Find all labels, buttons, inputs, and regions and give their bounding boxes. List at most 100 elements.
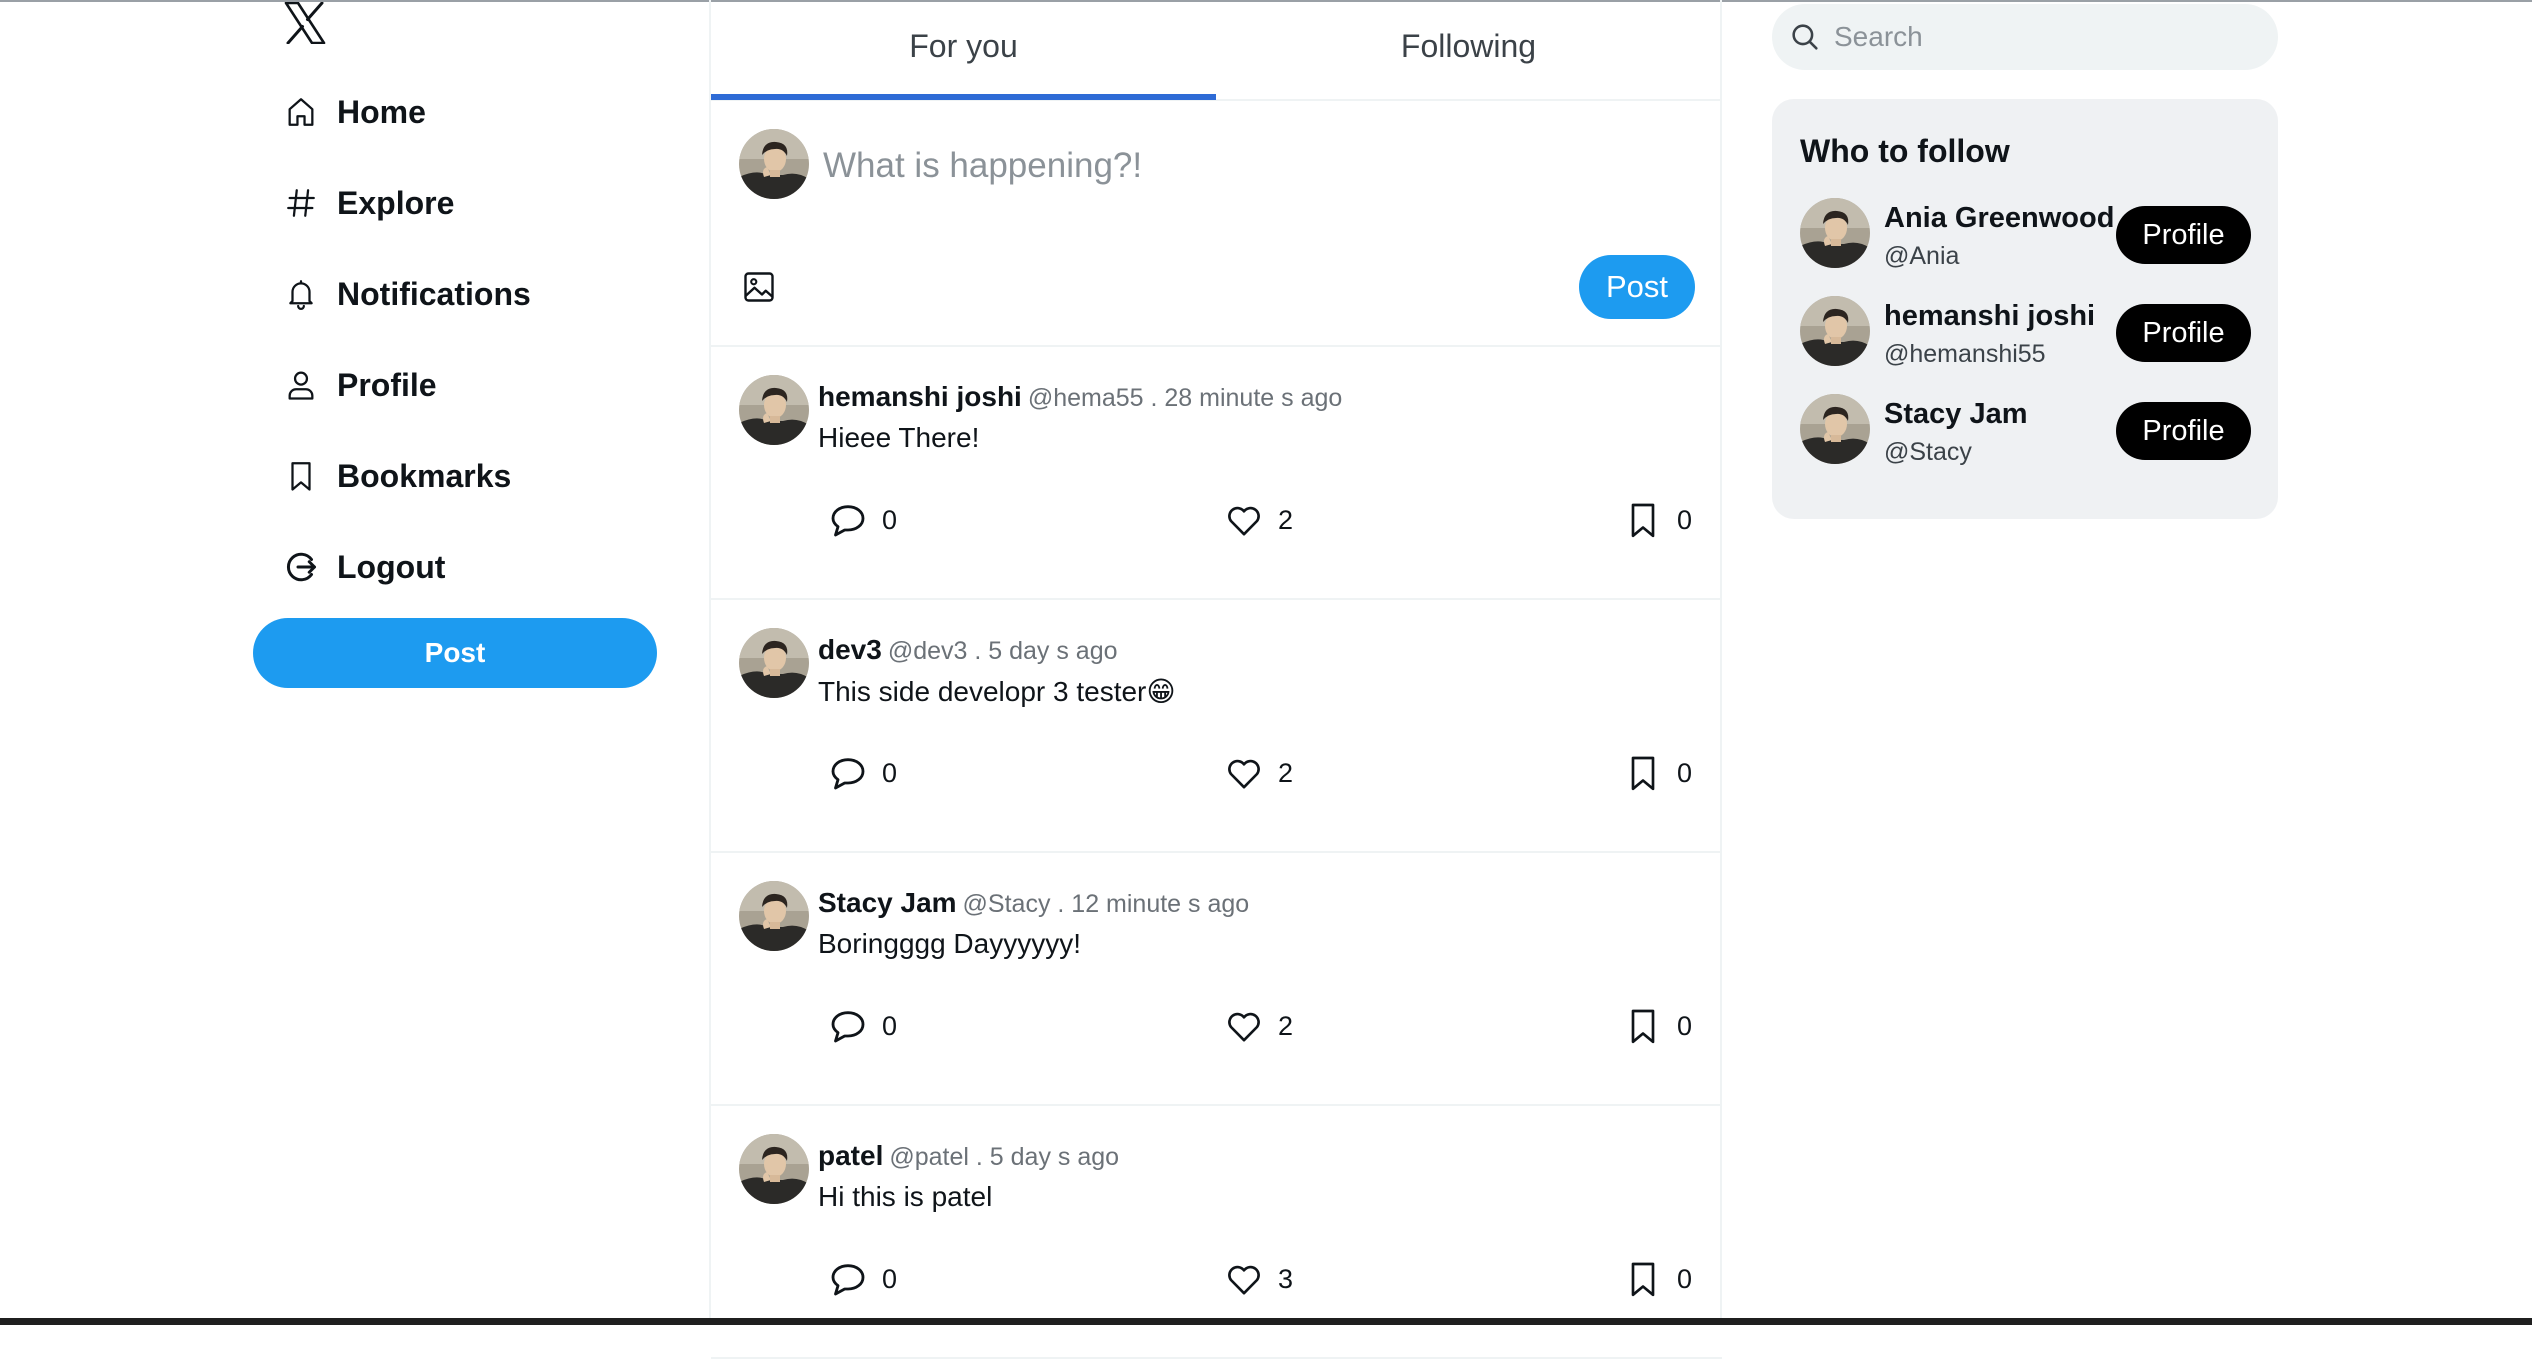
nav-label: Profile — [337, 366, 437, 403]
feed-tabs: For you Following — [711, 0, 1722, 101]
post-author-name[interactable]: patel — [818, 1140, 883, 1171]
suggestion-name[interactable]: hemanshi joshi — [1884, 300, 2095, 333]
bookmark-button[interactable]: 0 — [1623, 1257, 1692, 1301]
suggestion-name[interactable]: Stacy Jam — [1884, 398, 2028, 431]
like-button[interactable]: 2 — [1224, 1004, 1293, 1048]
profile-button[interactable]: Profile — [2116, 402, 2251, 460]
like-button[interactable]: 2 — [1224, 751, 1293, 795]
nav-explore[interactable]: Explore — [282, 173, 454, 233]
post-item[interactable]: hemanshi joshi @hema55 . 28 minute s ago … — [711, 347, 1722, 600]
bookmark-icon — [1631, 1262, 1655, 1297]
like-count: 2 — [1278, 757, 1294, 788]
image-upload-icon[interactable] — [741, 269, 777, 305]
bookmark-button[interactable]: 0 — [1623, 498, 1692, 542]
tab-label: For you — [909, 28, 1018, 64]
heart-icon — [1228, 506, 1260, 536]
bookmark-icon — [1631, 1009, 1655, 1044]
nav-label: Home — [337, 93, 426, 130]
nav-home[interactable]: Home — [282, 82, 426, 142]
x-logo-icon[interactable] — [283, 1, 327, 45]
suggestion-handle: @hemanshi55 — [1884, 340, 2046, 368]
comment-button[interactable]: 0 — [828, 498, 897, 542]
post-meta: @hema55 . 28 minute s ago — [1027, 384, 1343, 412]
post-text: Hi this is patel — [818, 1181, 993, 1212]
follow-suggestion: Ania Greenwood @Ania Profile — [1772, 198, 2278, 278]
main-feed-column: For you Following Post hemanshi joshi@he… — [709, 0, 1722, 1359]
post-text: Boringggg Dayyyyyy! — [818, 928, 1082, 959]
comment-button[interactable]: 0 — [828, 751, 897, 795]
profile-button[interactable]: Profile — [2116, 206, 2251, 264]
nav-label: Notifications — [337, 275, 531, 312]
comment-button[interactable]: 0 — [828, 1257, 897, 1301]
hashtag-icon — [282, 184, 320, 222]
like-count: 3 — [1278, 1263, 1294, 1294]
avatar[interactable] — [739, 881, 809, 951]
post-meta: @patel . 5 day s ago — [889, 1143, 1120, 1171]
sidebar-post-button[interactable]: Post — [253, 618, 657, 688]
nav-profile[interactable]: Profile — [282, 355, 437, 415]
search-input[interactable] — [1834, 21, 2254, 53]
comment-icon — [831, 1264, 865, 1296]
tab-following[interactable]: Following — [1216, 0, 1721, 100]
post-item[interactable]: dev3 @dev3 . 5 day s ago This side develo… — [711, 600, 1722, 853]
comment-icon — [831, 758, 865, 790]
who-to-follow-title: Who to follow — [1800, 133, 2010, 169]
like-count: 2 — [1278, 1010, 1294, 1041]
avatar[interactable] — [739, 375, 809, 445]
comment-count: 0 — [882, 504, 898, 535]
bottom-border — [0, 1318, 2532, 1325]
bookmark-icon — [1631, 756, 1655, 791]
comment-icon — [831, 505, 865, 537]
avatar[interactable] — [1800, 394, 1870, 464]
profile-button[interactable]: Profile — [2116, 304, 2251, 362]
logout-icon — [282, 548, 320, 586]
like-button[interactable]: 2 — [1224, 498, 1293, 542]
avatar[interactable] — [1800, 296, 1870, 366]
nav-logout[interactable]: Logout — [282, 537, 445, 597]
nav-bookmarks[interactable]: Bookmarks — [282, 446, 511, 506]
post-author-name[interactable]: Stacy Jam — [818, 887, 957, 918]
nav-label: Explore — [337, 184, 455, 221]
nav-label: Bookmarks — [337, 457, 512, 494]
post-author-name[interactable]: dev3 — [818, 634, 882, 665]
nav-notifications[interactable]: Notifications — [282, 264, 531, 324]
post-composer: Post — [711, 101, 1722, 347]
composer-post-button[interactable]: Post — [1579, 255, 1695, 319]
bookmark-count: 0 — [1677, 504, 1693, 535]
post-meta: @dev3 . 5 day s ago — [887, 637, 1118, 665]
suggestion-name[interactable]: Ania Greenwood — [1884, 202, 2114, 235]
avatar[interactable] — [1800, 198, 1870, 268]
like-button[interactable]: 3 — [1224, 1257, 1293, 1301]
suggestion-handle: @Stacy — [1884, 438, 1972, 466]
avatar[interactable] — [739, 1134, 809, 1204]
avatar[interactable] — [739, 129, 809, 199]
user-icon — [282, 366, 320, 404]
bookmark-button[interactable]: 0 — [1623, 1004, 1692, 1048]
post-author-name[interactable]: hemanshi joshi — [818, 381, 1022, 412]
bookmark-count: 0 — [1677, 1010, 1693, 1041]
left-sidebar: Home Explore Notifications Profile Bookm… — [250, 0, 670, 1318]
tab-for-you[interactable]: For you — [711, 0, 1216, 100]
post-item[interactable]: Stacy Jam @Stacy . 12 minute s ago Boring… — [711, 853, 1722, 1106]
like-count: 2 — [1278, 504, 1294, 535]
bookmark-icon — [1631, 503, 1655, 538]
comment-icon — [831, 1011, 865, 1043]
home-icon — [282, 93, 320, 131]
avatar[interactable] — [739, 628, 809, 698]
bell-icon — [282, 275, 320, 313]
comment-button[interactable]: 0 — [828, 1004, 897, 1048]
search-bar[interactable] — [1772, 4, 2278, 70]
heart-icon — [1228, 759, 1260, 789]
post-text: Hieee There! — [818, 422, 980, 453]
comment-count: 0 — [882, 1263, 898, 1294]
bookmark-count: 0 — [1677, 1263, 1693, 1294]
heart-icon — [1228, 1012, 1260, 1042]
follow-suggestion: hemanshi joshi @hemanshi55 Profile — [1772, 296, 2278, 376]
post-text: This side developr 3 tester😁 — [818, 676, 1176, 707]
nav-label: Logout — [337, 548, 446, 585]
bookmark-button[interactable]: 0 — [1623, 751, 1692, 795]
compose-input[interactable] — [823, 139, 1683, 193]
heart-icon — [1228, 1265, 1260, 1295]
suggestion-handle: @Ania — [1884, 242, 1960, 270]
bookmark-count: 0 — [1677, 757, 1693, 788]
